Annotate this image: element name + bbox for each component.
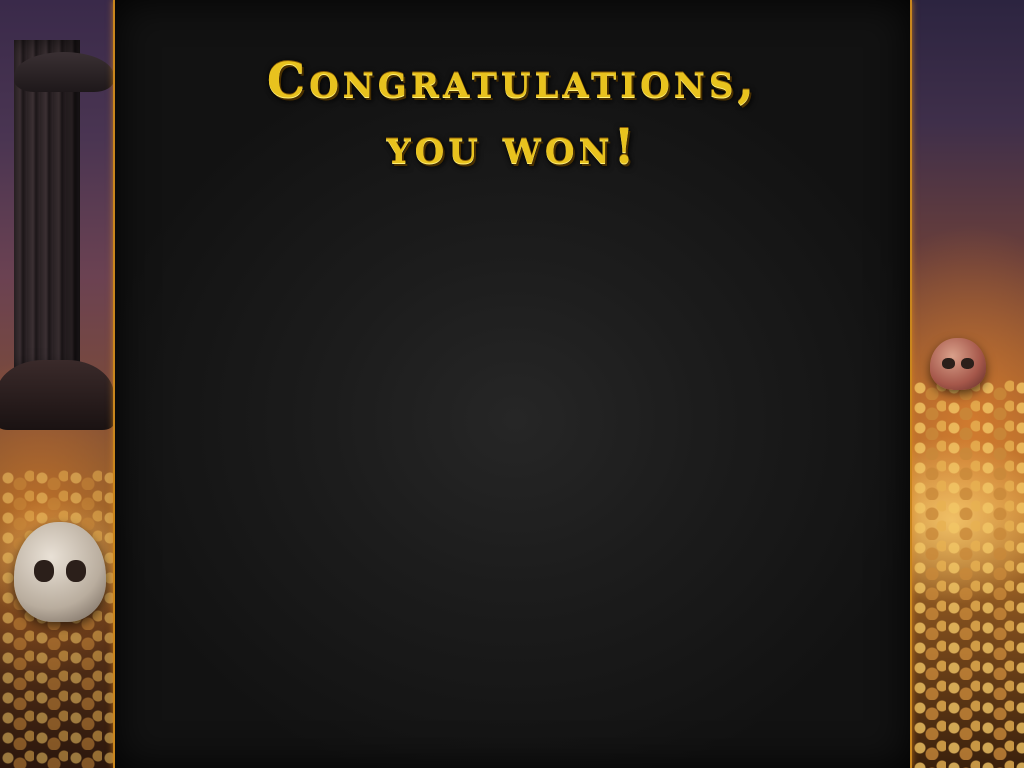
win-message-panel: Congratulations, you won! bbox=[113, 0, 912, 768]
left-background-art bbox=[0, 0, 113, 768]
win-title-line-1: Congratulations, bbox=[266, 53, 759, 109]
win-title-line-2: you won! bbox=[386, 119, 639, 175]
stone-column-art bbox=[14, 40, 113, 370]
win-screen: Congratulations, you won! bbox=[0, 0, 1024, 768]
win-title: Congratulations, you won! bbox=[115, 48, 910, 180]
column-base-art bbox=[0, 360, 113, 430]
gold-coins-pile-art bbox=[912, 380, 1024, 768]
skull-icon bbox=[14, 522, 106, 622]
right-background-art bbox=[912, 0, 1024, 768]
skull-icon bbox=[930, 338, 986, 390]
column-capital-art bbox=[14, 52, 113, 92]
